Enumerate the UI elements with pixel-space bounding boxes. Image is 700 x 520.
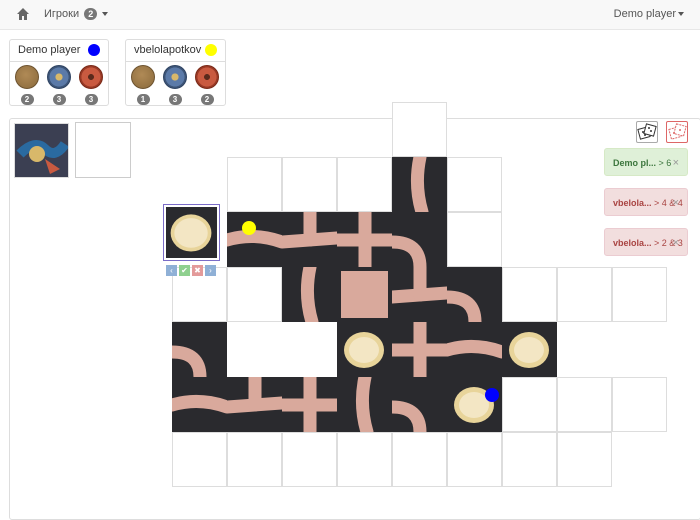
board-tile[interactable] xyxy=(282,377,337,432)
board-tile[interactable] xyxy=(392,377,447,432)
board-empty-cell[interactable] xyxy=(502,377,557,432)
board-tile[interactable] xyxy=(172,377,227,432)
games-count-badge: 2 xyxy=(84,8,98,20)
board-tile[interactable] xyxy=(392,267,447,322)
item-count: 3 xyxy=(168,94,182,105)
roll-message: vbelola... > 4 & 4 × xyxy=(604,188,688,216)
current-tile-image xyxy=(166,207,217,258)
user-dropdown[interactable]: Demo player xyxy=(614,8,684,20)
board-empty-cell[interactable] xyxy=(172,432,227,487)
message-player: Demo pl... xyxy=(613,158,657,168)
board-empty-cell[interactable] xyxy=(502,432,557,487)
home-icon[interactable] xyxy=(16,7,30,21)
board-empty-cell[interactable] xyxy=(392,432,447,487)
board-empty-cell[interactable] xyxy=(557,377,612,432)
board-tile[interactable] xyxy=(447,267,502,322)
message-player: vbelola... xyxy=(613,238,652,248)
message-player: vbelola... xyxy=(613,198,652,208)
close-icon[interactable]: × xyxy=(673,229,679,257)
board-empty-cell[interactable] xyxy=(227,267,282,322)
empty-card-slot[interactable] xyxy=(75,122,131,178)
board-empty-cell[interactable] xyxy=(612,377,667,432)
player-pawn-yellow[interactable] xyxy=(242,221,256,235)
board-tile[interactable] xyxy=(282,212,337,267)
close-icon[interactable]: × xyxy=(673,149,679,177)
player-item: 1 xyxy=(131,65,155,105)
item-count: 3 xyxy=(52,94,66,105)
bronze-token-icon xyxy=(15,65,39,89)
item-count: 3 xyxy=(84,94,98,105)
board-tile[interactable] xyxy=(337,322,392,377)
board-empty-cell[interactable] xyxy=(447,157,502,212)
current-tile[interactable] xyxy=(163,204,220,261)
player-item: 3 xyxy=(163,65,187,105)
games-label: Игроки xyxy=(44,8,80,20)
board-tile[interactable] xyxy=(392,157,447,212)
board-tile[interactable] xyxy=(172,322,227,377)
board-tile[interactable] xyxy=(502,322,557,377)
blue-token-icon xyxy=(163,65,187,89)
board-empty-cell[interactable] xyxy=(557,267,612,322)
board-empty-cell[interactable] xyxy=(282,432,337,487)
caret-down-icon xyxy=(678,12,684,17)
dice-icon[interactable] xyxy=(636,121,658,143)
player-card: Demo player 2 3 3 xyxy=(9,39,109,106)
board-empty-cell[interactable] xyxy=(447,432,502,487)
cancel-tile-button[interactable]: ✖ xyxy=(192,265,203,276)
player-color-dot xyxy=(205,44,217,56)
player-item: 3 xyxy=(79,65,103,105)
user-label: Demo player xyxy=(613,8,676,20)
red-token-icon xyxy=(195,65,219,89)
dice-red-icon[interactable] xyxy=(666,121,688,143)
board-empty-cell[interactable] xyxy=(557,432,612,487)
navbar: Игроки 2 Demo player xyxy=(0,0,700,30)
player-item: 3 xyxy=(47,65,71,105)
board-empty-cell[interactable] xyxy=(337,432,392,487)
player-name: Demo player xyxy=(18,44,81,56)
rotate-right-button[interactable]: › xyxy=(205,265,216,276)
item-count: 2 xyxy=(200,94,214,105)
board-tile[interactable] xyxy=(282,267,337,322)
board-tile[interactable] xyxy=(392,322,447,377)
board-tile[interactable] xyxy=(227,377,282,432)
board-tile[interactable] xyxy=(227,212,282,267)
item-count: 2 xyxy=(20,94,34,105)
confirm-tile-button[interactable]: ✔ xyxy=(179,265,190,276)
board-empty-cell[interactable] xyxy=(447,212,502,267)
player-card-header: Demo player xyxy=(10,40,108,62)
board-tile[interactable] xyxy=(337,267,392,322)
roll-message: vbelola... > 2 & 3 × xyxy=(604,228,688,256)
board-empty-cell[interactable] xyxy=(612,267,667,322)
board-tile[interactable] xyxy=(337,377,392,432)
board-tile[interactable] xyxy=(392,212,447,267)
rotate-left-button[interactable]: ‹ xyxy=(166,265,177,276)
player-card-header: vbelolapotkov xyxy=(126,40,225,62)
board-tile[interactable] xyxy=(447,377,502,432)
player-card: vbelolapotkov 1 3 2 xyxy=(125,39,226,106)
player-item: 2 xyxy=(15,65,39,105)
board-empty-cell[interactable] xyxy=(282,157,337,212)
roll-message: Demo pl... > 6 × xyxy=(604,148,688,176)
player-color-dot xyxy=(88,44,100,56)
item-count: 1 xyxy=(136,94,150,105)
board-empty-cell[interactable] xyxy=(227,157,282,212)
games-dropdown[interactable]: Игроки 2 xyxy=(44,8,109,20)
board-empty-cell[interactable] xyxy=(392,102,447,157)
red-token-icon xyxy=(79,65,103,89)
blue-token-icon xyxy=(47,65,71,89)
deck-tile-icon xyxy=(15,124,68,177)
board-empty-cell[interactable] xyxy=(227,432,282,487)
caret-down-icon xyxy=(102,12,109,17)
player-pawn-blue[interactable] xyxy=(485,388,499,402)
board-empty-cell[interactable] xyxy=(337,157,392,212)
close-icon[interactable]: × xyxy=(673,189,679,217)
player-item: 2 xyxy=(195,65,219,105)
tile-deck[interactable] xyxy=(14,123,69,178)
board-tile[interactable] xyxy=(447,322,502,377)
player-name: vbelolapotkov xyxy=(134,44,202,56)
message-text: > 6 xyxy=(656,158,672,168)
board-empty-cell[interactable] xyxy=(502,267,557,322)
bronze-token-icon xyxy=(131,65,155,89)
board-tile[interactable] xyxy=(337,212,392,267)
